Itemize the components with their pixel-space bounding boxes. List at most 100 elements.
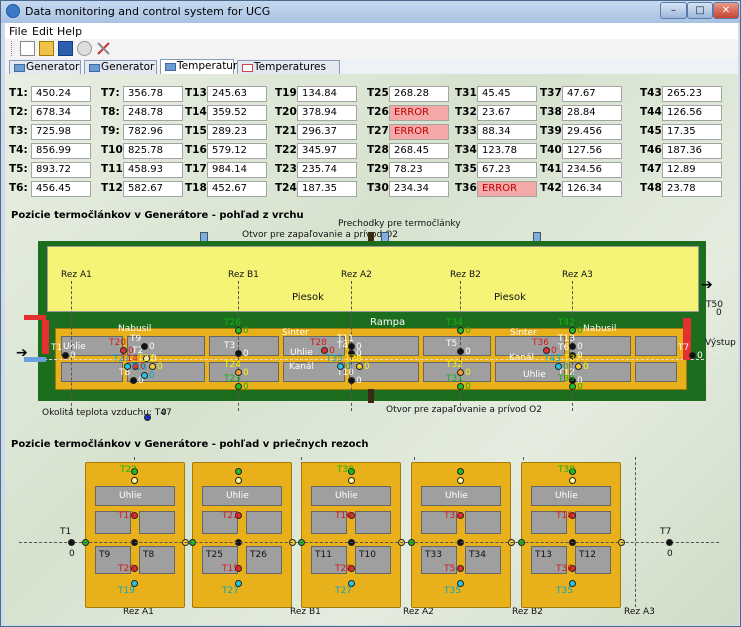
temp-field[interactable]: 88.34 (477, 124, 537, 140)
temp-field[interactable]: ERROR (477, 181, 537, 197)
temp-field[interactable]: 78.23 (389, 162, 449, 178)
cross-sensor-label: T20 (118, 564, 135, 574)
temp-field[interactable]: 47.67 (562, 86, 622, 102)
temp-field[interactable]: 452.67 (207, 181, 267, 197)
temp-field[interactable]: 782.96 (123, 124, 183, 140)
temp-field[interactable]: 23.78 (662, 181, 722, 197)
temp-field[interactable]: 359.52 (207, 105, 267, 121)
cross-sensor-label: T27 (335, 586, 352, 596)
temp-field[interactable]: 12.89 (662, 162, 722, 178)
otvor-top-label: Otvor pre zapaľovanie a prívod O2 (242, 230, 398, 240)
title-bar[interactable]: Data monitoring and control system for U… (1, 1, 740, 23)
temp-field[interactable]: 296.37 (297, 124, 357, 140)
temp-field[interactable]: 67.23 (477, 162, 537, 178)
section-label: Rez A1 (123, 607, 154, 617)
minimize-button[interactable]: – (660, 2, 687, 19)
temp-field[interactable]: 234.34 (389, 181, 449, 197)
sensor-t10-dot (348, 377, 355, 384)
temp-field[interactable]: 893.72 (31, 162, 91, 178)
cross-sensor-top-dot (235, 468, 242, 475)
temp-field[interactable]: ERROR (389, 124, 449, 140)
sensor-t3-dot (235, 350, 242, 357)
save-icon[interactable] (58, 41, 73, 56)
toolbar-grip[interactable] (11, 41, 14, 56)
sinter-label: Sinter (282, 328, 309, 338)
temp-field[interactable]: 127.56 (562, 143, 622, 159)
temp-field[interactable]: 123.78 (477, 143, 537, 159)
temp-label: T2: (9, 106, 28, 118)
temp-field[interactable]: 29.456 (562, 124, 622, 140)
cross-sensor-label: T25 (206, 550, 223, 560)
temp-field[interactable]: 268.45 (389, 143, 449, 159)
section-label: Rez B2 (450, 270, 481, 280)
temp-field[interactable]: 456.45 (31, 181, 91, 197)
tools-icon[interactable] (96, 41, 111, 56)
sensor-label: T43 (544, 354, 561, 364)
temp-field[interactable]: 984.14 (207, 162, 267, 178)
temp-field[interactable]: 856.99 (31, 143, 91, 159)
sensor-t9-dot (141, 343, 148, 350)
temp-field[interactable]: 450.24 (31, 86, 91, 102)
sensor-label: T28 (310, 338, 327, 348)
sensor-label: T32 (446, 360, 463, 370)
sensor-t28-dot (321, 347, 328, 354)
app-window: Data monitoring and control system for U… (0, 0, 741, 627)
temp-field[interactable]: 678.34 (31, 105, 91, 121)
temp-field[interactable]: 28.84 (562, 105, 622, 121)
temp-field[interactable]: 289.23 (207, 124, 267, 140)
temp-field[interactable]: 265.23 (662, 86, 722, 102)
ignition-opening-bottom (368, 389, 374, 403)
temp-field[interactable]: 134.84 (297, 86, 357, 102)
temp-field[interactable]: 187.35 (297, 181, 357, 197)
temp-field[interactable]: 45.45 (477, 86, 537, 102)
sensor-t29-dot (356, 363, 363, 370)
sensor-t21-dot (149, 363, 156, 370)
cross-sensor-label: T36 (556, 564, 573, 574)
menu-help[interactable]: Help (57, 25, 82, 38)
temp-field[interactable]: 235.74 (297, 162, 357, 178)
t1-dot (68, 539, 75, 546)
cross-sensor-label: T13 (535, 550, 552, 560)
temp-field[interactable]: 187.36 (662, 143, 722, 159)
temp-field[interactable]: 378.94 (297, 105, 357, 121)
temp-field[interactable]: 458.93 (123, 162, 183, 178)
menu-file[interactable]: File (9, 25, 27, 38)
sensor-t26-dot (235, 327, 242, 334)
section-label: Rez A2 (403, 607, 434, 617)
cross-sensor-label: T12 (579, 550, 596, 560)
temp-field[interactable]: 268.28 (389, 86, 449, 102)
temp-field[interactable]: 345.97 (297, 143, 357, 159)
sensor-value: 0 (356, 376, 362, 386)
tab-generator-1[interactable]: Generator 1 (9, 60, 81, 86)
open-folder-icon[interactable] (39, 41, 54, 56)
menu-edit[interactable]: Edit (32, 25, 53, 38)
tab-temperatures[interactable]: Temperatures (160, 59, 249, 74)
temp-field[interactable]: 248.78 (123, 105, 183, 121)
temp-field[interactable]: 582.67 (123, 181, 183, 197)
temp-field[interactable]: 725.98 (31, 124, 91, 140)
sensor-t32-dot (457, 369, 464, 376)
temp-field[interactable]: 23.67 (477, 105, 537, 121)
new-file-icon[interactable] (20, 41, 35, 56)
temp-field[interactable]: 126.34 (562, 181, 622, 197)
temp-field[interactable]: 825.78 (123, 143, 183, 159)
temp-field[interactable]: ERROR (389, 105, 449, 121)
monitor-icon (14, 64, 25, 72)
temp-field[interactable]: 17.35 (662, 124, 722, 140)
maximize-button[interactable]: □ (687, 2, 713, 19)
tab-temperatures-trends[interactable]: Temperatures trends (237, 60, 340, 86)
uhlie-label: Uhlie (523, 370, 546, 380)
close-button[interactable]: ✕ (713, 2, 739, 19)
sensor-value: 0 (345, 362, 351, 372)
sensor-value: 0 (465, 368, 471, 378)
tab-generator-2[interactable]: Generator 2 (84, 60, 157, 86)
cross-sensor-r1-dot (131, 477, 138, 484)
temp-field[interactable]: 234.56 (562, 162, 622, 178)
temp-field[interactable]: 356.78 (123, 86, 183, 102)
temp-field[interactable]: 579.12 (207, 143, 267, 159)
temp-field[interactable]: 126.56 (662, 105, 722, 121)
temp-field[interactable]: 245.63 (207, 86, 267, 102)
inlet-arrow-icon: ➔ (16, 345, 28, 361)
sensor-value: 0 (149, 342, 155, 352)
stop-icon[interactable] (77, 41, 92, 56)
